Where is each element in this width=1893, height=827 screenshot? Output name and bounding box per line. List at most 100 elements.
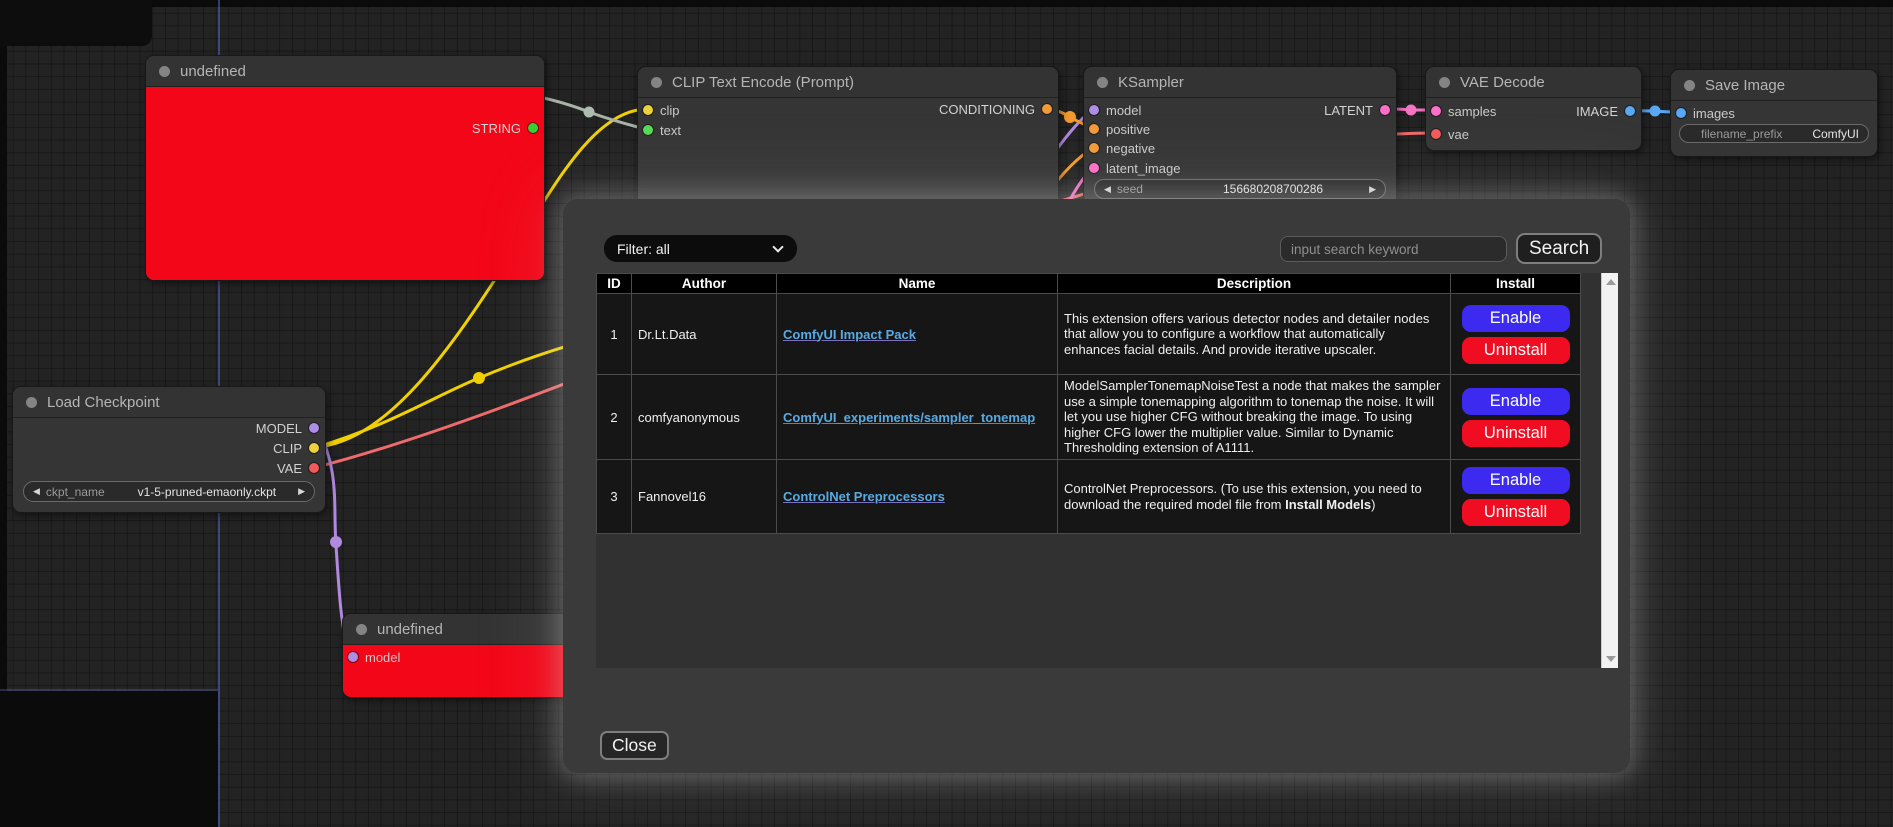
ckpt-name-widget[interactable]: ◀ ckpt_name v1-5-pruned-emaonly.ckpt ▶ (23, 481, 315, 502)
output-slot-model[interactable]: MODEL (256, 420, 319, 436)
input-slot-vae[interactable]: vae (1431, 126, 1469, 142)
input-slot-model[interactable]: model (1089, 102, 1141, 118)
extension-table: ID Author Name Description Install 1 Dr.… (596, 273, 1581, 534)
input-slot-latent-image[interactable]: latent_image (1089, 160, 1180, 176)
filter-select[interactable]: Filter: all (604, 235, 797, 262)
uninstall-button[interactable]: Uninstall (1462, 420, 1570, 447)
cell-author: comfyanonymous (632, 375, 777, 460)
node-collapse-dot[interactable] (651, 77, 662, 88)
input-slot-positive[interactable]: positive (1089, 121, 1150, 137)
scroll-down-icon[interactable] (1606, 656, 1616, 662)
output-dot[interactable] (1380, 105, 1390, 115)
node-vae-decode[interactable]: VAE Decode samples vae IMAGE (1425, 66, 1642, 151)
extension-table-scroll-area: ID Author Name Description Install 1 Dr.… (596, 273, 1618, 668)
input-slot-negative[interactable]: negative (1089, 140, 1155, 156)
node-collapse-dot[interactable] (356, 624, 367, 635)
output-dot[interactable] (309, 443, 319, 453)
enable-button[interactable]: Enable (1462, 467, 1570, 494)
node-title-bar[interactable]: Load Checkpoint (13, 387, 325, 418)
decrement-arrow-icon[interactable]: ◀ (1104, 185, 1111, 194)
node-collapse-dot[interactable] (159, 66, 170, 77)
canvas-edge (0, 0, 1893, 7)
input-slot-text[interactable]: text (643, 122, 681, 138)
widget-label: ckpt_name (46, 485, 105, 499)
output-slot-string[interactable]: STRING (472, 120, 538, 136)
slot-label: images (1693, 106, 1735, 121)
output-dot[interactable] (1042, 104, 1052, 114)
node-title: KSampler (1118, 74, 1184, 91)
node-collapse-dot[interactable] (1439, 77, 1450, 88)
cell-install: Enable Uninstall (1451, 294, 1581, 375)
input-dot[interactable] (348, 652, 358, 662)
node-graph-canvas[interactable]: undefined STRING CLIP Text Encode (Promp… (0, 0, 1893, 827)
close-button[interactable]: Close (600, 731, 669, 760)
node-title-bar[interactable]: undefined (146, 56, 544, 87)
table-scrollbar[interactable] (1601, 273, 1618, 668)
search-button[interactable]: Search (1516, 233, 1602, 264)
extension-link[interactable]: ComfyUI Impact Pack (783, 327, 916, 342)
input-slot-clip[interactable]: clip (643, 102, 680, 118)
increment-arrow-icon[interactable]: ▶ (1369, 185, 1376, 194)
decrement-arrow-icon[interactable]: ◀ (33, 487, 40, 496)
output-slot-conditioning[interactable]: CONDITIONING (939, 101, 1052, 117)
cell-author: Dr.Lt.Data (632, 294, 777, 375)
input-dot[interactable] (1089, 143, 1099, 153)
search-input[interactable] (1280, 236, 1507, 262)
node-save-image[interactable]: Save Image images filename_prefix ComfyU… (1670, 69, 1878, 157)
output-slot-image[interactable]: IMAGE (1576, 103, 1635, 119)
increment-arrow-icon[interactable]: ▶ (298, 487, 305, 496)
node-title: undefined (180, 63, 246, 80)
cell-id: 3 (597, 460, 632, 534)
output-slot-vae[interactable]: VAE (277, 460, 319, 476)
node-title-bar[interactable]: VAE Decode (1426, 67, 1641, 98)
node-load-checkpoint[interactable]: Load Checkpoint MODEL CLIP VAE ◀ ckpt_na… (12, 386, 326, 513)
node-collapse-dot[interactable] (26, 397, 37, 408)
enable-button[interactable]: Enable (1462, 388, 1570, 415)
table-header-row: ID Author Name Description Install (597, 274, 1581, 294)
input-slot-images[interactable]: images (1676, 105, 1735, 121)
node-title-bar[interactable]: Save Image (1671, 70, 1877, 101)
output-slot-clip[interactable]: CLIP (273, 440, 319, 456)
extension-manager-dialog: Filter: all Search ID Author Name Descri… (563, 199, 1630, 773)
input-slot-model[interactable]: model (348, 649, 400, 665)
uninstall-button[interactable]: Uninstall (1462, 337, 1570, 364)
input-dot[interactable] (1431, 129, 1441, 139)
uninstall-button[interactable]: Uninstall (1462, 499, 1570, 526)
extension-link[interactable]: ControlNet Preprocessors (783, 489, 945, 504)
node-title-bar[interactable]: CLIP Text Encode (Prompt) (638, 67, 1058, 98)
input-dot[interactable] (1089, 105, 1099, 115)
node-title-bar[interactable]: KSampler (1084, 67, 1396, 98)
input-dot[interactable] (1676, 108, 1686, 118)
seed-widget[interactable]: ◀ seed 156680208700286 ▶ (1094, 179, 1386, 199)
input-slot-samples[interactable]: samples (1431, 103, 1496, 119)
input-dot[interactable] (1089, 124, 1099, 134)
input-dot[interactable] (643, 125, 653, 135)
output-dot[interactable] (1625, 106, 1635, 116)
output-dot[interactable] (528, 123, 538, 133)
header-name: Name (777, 274, 1058, 294)
enable-button[interactable]: Enable (1462, 305, 1570, 332)
cell-author: Fannovel16 (632, 460, 777, 534)
scroll-up-icon[interactable] (1606, 279, 1616, 285)
input-dot[interactable] (1431, 106, 1441, 116)
node-body-error: STRING (146, 87, 544, 280)
wire-midpoint-dot (330, 536, 342, 548)
node-undefined-top[interactable]: undefined STRING (145, 55, 545, 281)
extension-link[interactable]: ComfyUI_experiments/sampler_tonemap (783, 410, 1035, 425)
slot-label: samples (1448, 104, 1496, 119)
input-dot[interactable] (643, 105, 653, 115)
widget-label: seed (1117, 182, 1143, 196)
node-collapse-dot[interactable] (1684, 80, 1695, 91)
output-dot[interactable] (309, 463, 319, 473)
description-text: This extension offers various detector n… (1064, 311, 1429, 357)
wire-midpoint-dot (473, 372, 485, 384)
node-collapse-dot[interactable] (1097, 77, 1108, 88)
filename-prefix-widget[interactable]: filename_prefix ComfyUI (1679, 124, 1869, 143)
slot-label: STRING (472, 121, 521, 136)
output-dot[interactable] (309, 423, 319, 433)
canvas-axis-horizontal (0, 689, 218, 691)
input-dot[interactable] (1089, 163, 1099, 173)
widget-label: filename_prefix (1701, 127, 1782, 141)
slot-label: LATENT (1324, 103, 1373, 118)
output-slot-latent[interactable]: LATENT (1324, 102, 1390, 118)
